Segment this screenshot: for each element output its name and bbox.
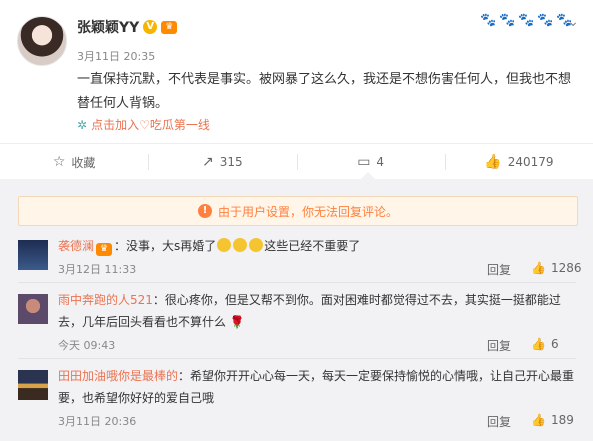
comment-body: 田田加油哦你是最棒的：希望你开开心心每一天，每天一定要保持愉悦的心情哦，让自己开…	[58, 365, 578, 409]
comment-like-count: 1286	[550, 261, 582, 275]
like-button[interactable]: 👍 240179	[444, 144, 593, 180]
comment-like-button[interactable]: 👍 6	[531, 337, 559, 351]
reply-button[interactable]: 回复	[487, 413, 511, 430]
repost-icon: ↗	[202, 154, 214, 170]
commenter-avatar[interactable]	[18, 370, 48, 400]
source-label: 点击加入♡吃瓜第一线	[91, 118, 210, 132]
cat-paw-icon: 🐾	[518, 13, 535, 28]
comment-body: 雨中奔跑的人521：很心疼你，但是又帮不到你。面对困难时都觉得过不去，其实挺一挺…	[58, 289, 578, 333]
star-icon: ☆	[52, 154, 66, 170]
post-action-bar: ☆ 收藏 ↗ 315 ▭ 4 👍 240179	[0, 143, 593, 180]
like-count: 240179	[507, 155, 554, 169]
commenter-avatar[interactable]	[18, 294, 48, 324]
comment-separator: ：	[178, 369, 191, 383]
thumbs-up-icon: 👍	[531, 413, 546, 427]
weibo-post: 张颖颖YY V ♛ 3月11日 20:35 一直保持沉默，不代表是事实。被网暴了…	[0, 0, 593, 143]
comments-caret	[361, 172, 375, 179]
verified-badge-icon: V	[143, 20, 158, 34]
cat-paw-icon: 🐾	[499, 13, 516, 28]
reply-button[interactable]: 回复	[487, 261, 511, 278]
thumbs-up-icon: 👍	[484, 154, 502, 170]
post-source[interactable]: ✲ 点击加入♡吃瓜第一线	[77, 116, 210, 133]
comment-like-button[interactable]: 👍 1286	[531, 261, 582, 275]
comment-divider	[18, 358, 576, 359]
comment-like-count: 189	[550, 413, 574, 427]
comment-count: 4	[376, 155, 385, 169]
user-avatar[interactable]	[17, 16, 67, 66]
comment-time: 3月12日 11:33	[58, 263, 137, 276]
favorite-button[interactable]: ☆ 收藏	[0, 144, 148, 180]
laugh-emoji-icon	[233, 238, 248, 252]
comment-time: 今天 09:43	[58, 339, 116, 352]
comment-text: 没事，大s再婚了	[126, 239, 217, 253]
warning-icon: !	[197, 204, 212, 218]
thumbs-up-icon: 👍	[531, 261, 546, 275]
favorite-label: 收藏	[71, 155, 96, 170]
commenter-name[interactable]: 田田加油哦你是最棒的	[58, 369, 178, 383]
commenter-avatar[interactable]	[18, 240, 48, 270]
author-name[interactable]: 张颖颖YY	[77, 17, 139, 37]
laugh-emoji-icon	[249, 238, 264, 252]
comment-separator: ：	[152, 293, 165, 307]
cat-paw-icon: 🐾	[537, 13, 554, 28]
source-icon: ✲	[77, 117, 88, 132]
comment-like-count: 6	[550, 337, 559, 351]
cat-paw-icon: 🐾	[480, 13, 497, 28]
reply-button[interactable]: 回复	[487, 337, 511, 354]
repost-button[interactable]: ↗ 315	[148, 144, 296, 180]
comment-body: 袭德澜 ♛ ：没事，大s再婚了 这些已经不重要了	[58, 235, 578, 257]
comment-separator: ：	[114, 239, 127, 253]
comment-like-button[interactable]: 👍 189	[531, 413, 574, 427]
chevron-down-icon[interactable]: ⌄	[567, 14, 579, 30]
rose-icon: 🌹	[229, 315, 245, 329]
post-author: 张颖颖YY V ♛	[77, 17, 178, 37]
reply-restricted-notice: ! 由于用户设置，你无法回复评论。	[18, 196, 578, 226]
post-text: 一直保持沉默，不代表是事实。被网暴了这么久，我还是不想伤害任何人，但我也不想替任…	[77, 72, 572, 111]
comment-time: 3月11日 20:36	[58, 415, 137, 428]
repost-count: 315	[219, 155, 243, 169]
laugh-emoji-icon	[217, 238, 232, 252]
vip-badge-icon[interactable]: ♛	[161, 20, 178, 34]
vip-badge-icon: ♛	[96, 243, 113, 256]
notice-text: 由于用户设置，你无法回复评论。	[217, 204, 398, 219]
commenter-name[interactable]: 雨中奔跑的人521	[58, 293, 153, 307]
comments-section: ! 由于用户设置，你无法回复评论。 袭德澜 ♛ ：没事，大s再婚了 这些已经不重要了 …	[0, 179, 593, 441]
comment-icon: ▭	[357, 154, 371, 170]
commenter-name[interactable]: 袭德澜	[58, 239, 94, 253]
comment-divider	[18, 282, 576, 283]
thumbs-up-icon: 👍	[531, 337, 546, 351]
post-time[interactable]: 3月11日 20:35	[77, 48, 155, 64]
card-decoration: 🐾 🐾 🐾 🐾 🐾	[480, 12, 573, 30]
comment-text-tail: 这些已经不重要了	[264, 239, 361, 253]
